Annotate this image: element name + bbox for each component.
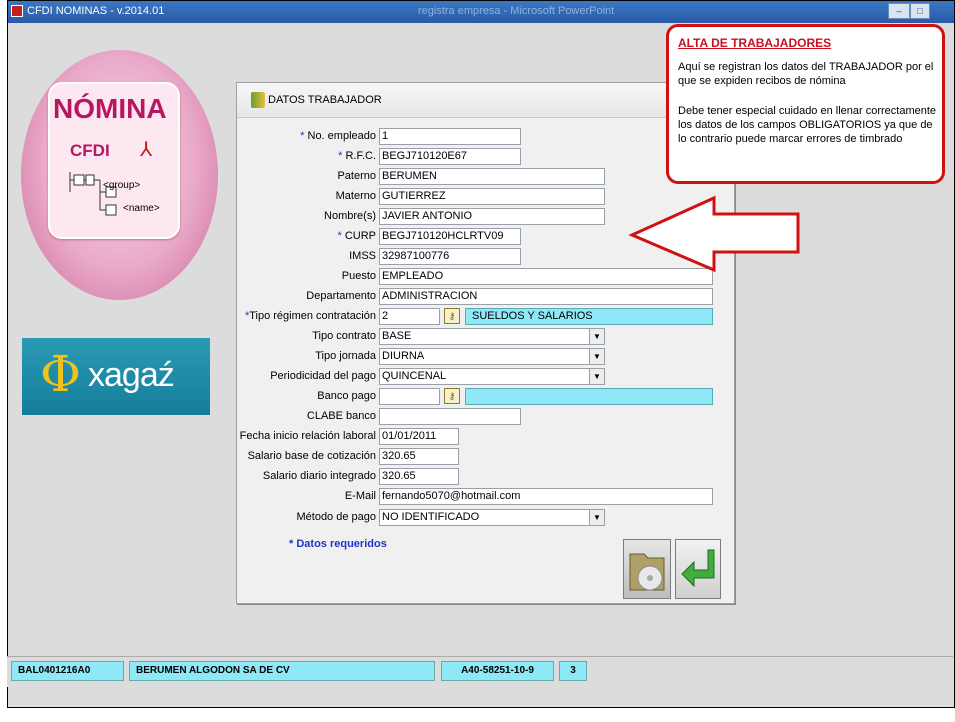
materno-input[interactable]: GUTIERREZ [379,188,605,205]
row-materno: Materno GUTIERREZ [0,188,955,205]
fecha-inicio-label: Fecha inicio relación laboral [239,430,376,442]
background-window-title: registra empresa - Microsoft PowerPoint [418,5,615,17]
tipo-contrato-label: Tipo contrato [312,330,376,342]
rfc-label: * R.F.C. [338,150,376,162]
metodo-pago-label: Método de pago [296,511,376,523]
row-tipo-regimen: *Tipo régimen contratación 2 ⚷ SUELDOS Y… [0,308,955,325]
callout-title: ALTA DE TRABAJADORES [678,36,832,50]
chevron-down-icon[interactable]: ▼ [589,369,604,384]
row-periodicidad: Periodicidad del pago QUINCENAL ▼ [0,368,955,385]
row-email: E-Mail fernando5070@hotmail.com [0,488,955,505]
imss-label: IMSS [349,250,376,262]
row-salario-base: Salario base de cotización 320.65 [0,448,955,465]
status-bar: BAL0401216A0 BERUMEN ALGODON SA DE CV A4… [7,656,953,687]
chevron-down-icon[interactable]: ▼ [589,349,604,364]
accept-button[interactable] [675,539,721,599]
curp-input[interactable]: BEGJ710120HCLRTV09 [379,228,521,245]
chevron-down-icon[interactable]: ▼ [589,329,604,344]
key-icon[interactable]: ⚷ [444,388,460,404]
curp-label: * CURP [337,230,376,242]
status-registro: A40-58251-10-9 [441,661,554,681]
dialog-icon [251,92,265,108]
rfc-input[interactable]: BEGJ710120E67 [379,148,521,165]
status-number: 3 [559,661,587,681]
row-imss: IMSS 32987100776 [0,248,955,265]
window-title: CFDI NOMINAS - v.2014.01 [27,5,165,17]
disk-icon [629,553,665,591]
chevron-down-icon[interactable]: ▼ [589,510,604,525]
metodo-pago-select[interactable]: NO IDENTIFICADO ▼ [379,509,605,526]
tipo-jornada-select[interactable]: DIURNA ▼ [379,348,605,365]
row-nombres: Nombre(s) JAVIER ANTONIO [0,208,955,225]
row-clabe: CLABE banco [0,408,955,425]
departamento-input[interactable]: ADMINISTRACION [379,288,713,305]
status-rfc: BAL0401216A0 [11,661,124,681]
periodicidad-select[interactable]: QUINCENAL ▼ [379,368,605,385]
tipo-jornada-value: DIURNA [382,350,425,362]
title-bar: CFDI NOMINAS - v.2014.01 registra empres… [8,1,954,23]
callout-paragraph-1: Aquí se registran los datos del TRABAJAD… [678,61,934,87]
dialog-title: DATOS TRABAJADOR [268,94,382,106]
enter-arrow-icon [681,549,715,588]
departamento-label: Departamento [306,290,376,302]
salario-diario-input[interactable]: 320.65 [379,468,459,485]
periodicidad-value: QUINCENAL [382,370,447,382]
materno-label: Materno [335,190,376,202]
paterno-label: Paterno [337,170,376,182]
fecha-inicio-input[interactable]: 01/01/2011 [379,428,459,445]
tipo-contrato-select[interactable]: BASE ▼ [379,328,605,345]
tipo-regimen-description: SUELDOS Y SALARIOS [465,308,713,325]
email-label: E-Mail [344,490,376,502]
salario-base-label: Salario base de cotización [247,450,376,462]
required-note: * Datos requeridos [289,538,387,550]
row-tipo-jornada: Tipo jornada DIURNA ▼ [0,348,955,365]
nombres-label: Nombre(s) [324,210,376,222]
tipo-contrato-value: BASE [382,330,412,342]
help-callout: ALTA DE TRABAJADORES Aquí se registran l… [666,24,945,184]
status-company: BERUMEN ALGODON SA DE CV [129,661,435,681]
nombres-input[interactable]: JAVIER ANTONIO [379,208,605,225]
row-puesto: Puesto EMPLEADO [0,268,955,285]
tipo-regimen-input[interactable]: 2 [379,308,440,325]
row-banco-pago: Banco pago ⚷ [0,388,955,405]
row-fecha-inicio: Fecha inicio relación laboral 01/01/2011 [0,428,955,445]
row-departamento: Departamento ADMINISTRACION [0,288,955,305]
imss-input[interactable]: 32987100776 [379,248,521,265]
no-empleado-label: * No. empleado [300,130,376,142]
dialog-header: DATOS TRABAJADOR [237,83,734,118]
row-tipo-contrato: Tipo contrato BASE ▼ [0,328,955,345]
arrow-pointer-icon [628,195,800,273]
minimize-button[interactable]: – [888,3,910,19]
row-curp: * CURP BEGJ710120HCLRTV09 [0,228,955,245]
banco-pago-input[interactable] [379,388,440,405]
banco-pago-label: Banco pago [317,390,376,402]
banco-pago-description [465,388,713,405]
clabe-label: CLABE banco [306,410,376,422]
key-icon[interactable]: ⚷ [444,308,460,324]
maximize-button[interactable]: □ [910,3,930,19]
puesto-label: Puesto [341,270,376,282]
logo-title: NÓMINA [53,93,167,124]
periodicidad-label: Periodicidad del pago [270,370,376,382]
salario-base-input[interactable]: 320.65 [379,448,459,465]
callout-paragraph-2: Debe tener especial cuidado en llenar co… [678,105,937,145]
tipo-jornada-label: Tipo jornada [315,350,376,362]
app-icon [11,5,23,17]
clabe-input[interactable] [379,408,521,425]
row-metodo-pago: Método de pago NO IDENTIFICADO ▼ [0,509,955,526]
paterno-input[interactable]: BERUMEN [379,168,605,185]
save-button[interactable] [623,539,671,599]
row-salario-diario: Salario diario integrado 320.65 [0,468,955,485]
no-empleado-input[interactable]: 1 [379,128,521,145]
salario-diario-label: Salario diario integrado [262,470,376,482]
tipo-regimen-label: *Tipo régimen contratación [244,310,376,322]
email-input[interactable]: fernando5070@hotmail.com [379,488,713,505]
metodo-pago-value: NO IDENTIFICADO [382,511,480,523]
